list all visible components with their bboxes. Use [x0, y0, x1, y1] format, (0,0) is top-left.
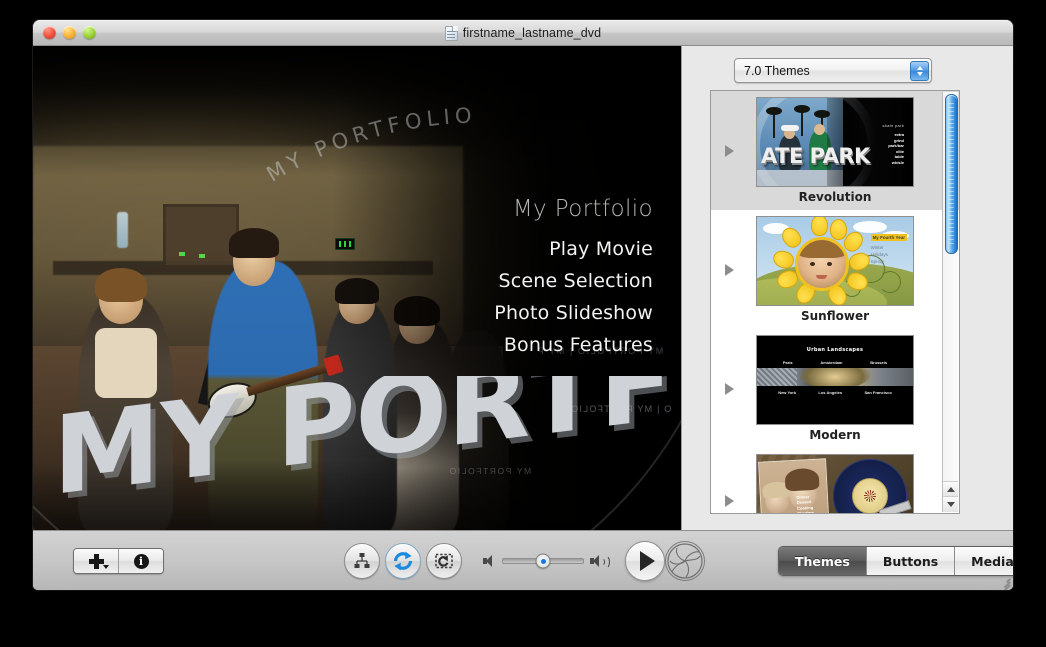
- theme-thumbnail-vinyl: Dinner Dessert Cooking Playtime Dancing …: [756, 454, 914, 514]
- map-icon: [353, 552, 371, 570]
- bottom-toolbar: i: [33, 530, 1013, 590]
- themes-scrollbar[interactable]: [942, 92, 958, 512]
- thumb-menu-item: Winter: [871, 245, 907, 251]
- volume-high-icon: [590, 555, 603, 567]
- popup-stepper-icon[interactable]: [910, 61, 929, 81]
- tab-media[interactable]: Media: [954, 547, 1013, 575]
- dvd-menu-preview[interactable]: MY PORTFOLIO MY PORTFOLIO | MY P O | MY …: [33, 46, 681, 531]
- volume-low-icon: [483, 555, 496, 567]
- burn-iris-icon: [667, 543, 703, 579]
- theme-thumb-menu: My Fourth Year Winter Holidays Spring: [871, 226, 907, 265]
- theme-row-revolution[interactable]: ATE PARK skate park extra grind park/bar…: [711, 91, 959, 210]
- play-button[interactable]: [625, 541, 665, 581]
- dvd-button-bonus-features[interactable]: Bonus Features: [353, 334, 653, 356]
- thumb-menu-item: Spring: [871, 259, 907, 265]
- scroll-up-arrow[interactable]: [943, 481, 958, 497]
- theme-row-modern[interactable]: Urban Landscapes Paris Amsterdam Brussel…: [711, 329, 959, 448]
- disclosure-triangle-icon[interactable]: [725, 495, 734, 507]
- theme-name-sunflower: Sunflower: [711, 309, 959, 326]
- window-title: firstname_lastname_dvd: [463, 26, 601, 40]
- theme-row-vinyl[interactable]: Dinner Dessert Cooking Playtime Dancing …: [711, 448, 959, 514]
- theme-thumb-menu: skate park extra grind park/bar ollie ta…: [883, 114, 904, 166]
- window-content: MY PORTFOLIO MY PORTFOLIO | MY P O | MY …: [33, 46, 1013, 590]
- themes-panel: 7.0 Themes: [681, 46, 1013, 531]
- panel-tabs: Themes Buttons Media: [778, 546, 1013, 576]
- plus-icon: [89, 554, 104, 569]
- dvd-menu-title: My Portfolio: [353, 196, 653, 222]
- dvd-button-scene-selection[interactable]: Scene Selection: [353, 270, 653, 292]
- themes-family-popup-wrap: 7.0 Themes: [734, 58, 930, 81]
- themes-family-value: 7.0 Themes: [735, 64, 810, 78]
- disclosure-triangle-icon[interactable]: [725, 145, 734, 157]
- scrollbar-thumb[interactable]: [945, 94, 958, 254]
- window-title-group: firstname_lastname_dvd: [33, 21, 1013, 45]
- theme-row-sunflower[interactable]: My Fourth Year Winter Holidays Spring Su…: [711, 210, 959, 329]
- preview-loop-icon: [392, 550, 414, 572]
- resize-grip[interactable]: [997, 575, 1010, 588]
- theme-name-modern: Modern: [711, 428, 959, 445]
- tab-buttons[interactable]: Buttons: [866, 547, 954, 575]
- mirror-text-3: MY PORTFOLIO: [448, 466, 531, 476]
- thumb-city: Amsterdam: [820, 360, 842, 365]
- thumb-city: Paris: [783, 360, 793, 365]
- themes-list[interactable]: ATE PARK skate park extra grind park/bar…: [710, 90, 960, 514]
- thumb-menu-item: whisle: [883, 160, 904, 166]
- thumb-menu-header: skate park: [883, 123, 904, 128]
- dvd-button-play-movie[interactable]: Play Movie: [353, 238, 653, 260]
- application-window: firstname_lastname_dvd: [33, 20, 1013, 590]
- thumb-city: New York: [778, 390, 796, 395]
- add-menu-button[interactable]: [74, 549, 118, 573]
- thumb-city: Brussels: [870, 360, 887, 365]
- volume-slider-knob[interactable]: [536, 554, 551, 569]
- thumb-menu-header: My Fourth Year: [871, 234, 907, 241]
- motion-icon: [434, 551, 454, 571]
- inspector-button[interactable]: i: [118, 549, 163, 573]
- volume-slider-track[interactable]: [502, 558, 584, 564]
- scrollbar-track[interactable]: [943, 92, 958, 482]
- dvd-menu-buttons: My Portfolio Play Movie Scene Selection …: [353, 196, 653, 366]
- thumb-menu-item: Holidays: [871, 252, 907, 258]
- add-info-group: i: [73, 548, 164, 574]
- document-icon: [445, 26, 458, 41]
- theme-thumb-menu: Dinner Dessert Cooking Playtime Dancing …: [796, 493, 824, 514]
- motion-button[interactable]: [426, 543, 462, 579]
- title-bar: firstname_lastname_dvd: [33, 20, 1013, 46]
- thumb-title: Urban Landscapes: [757, 347, 913, 353]
- theme-thumbnail-sunflower: My Fourth Year Winter Holidays Spring: [756, 216, 914, 306]
- theme-thumbnail-revolution: ATE PARK skate park extra grind park/bar…: [756, 97, 914, 187]
- burn-button[interactable]: [665, 541, 705, 581]
- dvd-button-photo-slideshow[interactable]: Photo Slideshow: [353, 302, 653, 324]
- tab-themes[interactable]: Themes: [779, 547, 866, 575]
- disclosure-triangle-icon[interactable]: [725, 383, 734, 395]
- disclosure-triangle-icon[interactable]: [725, 264, 734, 276]
- thumb-menu-item: Playtime: [797, 510, 824, 514]
- thumb-city: San Francisco: [864, 390, 891, 395]
- dvd-map-button[interactable]: [344, 543, 380, 579]
- volume-slider-group[interactable]: [483, 553, 603, 569]
- thumb-city: Los Angeles: [818, 390, 842, 395]
- info-icon: i: [134, 554, 149, 569]
- preview-button[interactable]: [385, 543, 421, 579]
- chevron-down-icon: [103, 565, 109, 569]
- theme-thumbnail-modern: Urban Landscapes Paris Amsterdam Brussel…: [756, 335, 914, 425]
- scroll-down-arrow[interactable]: [943, 496, 958, 512]
- theme-thumb-text: ATE PARK: [761, 144, 870, 168]
- mirror-text-2: O | MY PORTFOLIO: [570, 404, 671, 414]
- theme-name-revolution: Revolution: [711, 190, 959, 207]
- play-icon: [640, 551, 655, 571]
- themes-family-popup[interactable]: 7.0 Themes: [734, 58, 932, 83]
